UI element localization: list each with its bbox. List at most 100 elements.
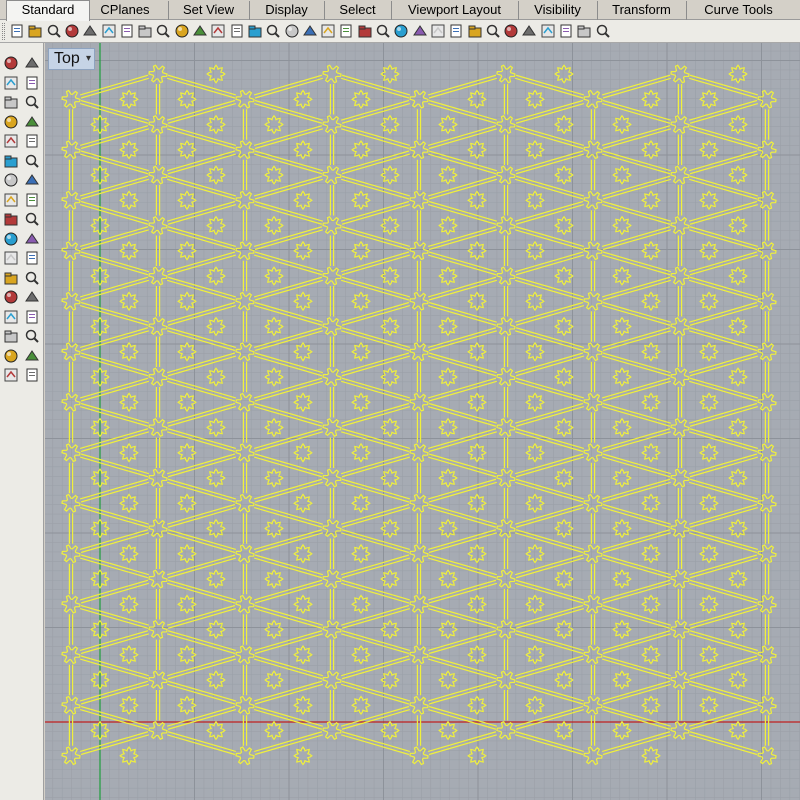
save-icon[interactable] bbox=[45, 22, 63, 40]
tile-edge[interactable] bbox=[155, 336, 161, 368]
viewport-canvas[interactable] bbox=[45, 43, 800, 800]
flower-hole[interactable] bbox=[641, 240, 661, 261]
connector-hub[interactable] bbox=[409, 695, 429, 715]
tile-edge[interactable] bbox=[166, 579, 237, 604]
trim-icon[interactable] bbox=[22, 229, 42, 249]
flower-hole[interactable] bbox=[467, 291, 487, 312]
flower-hole[interactable] bbox=[728, 670, 748, 690]
toolbar-grip[interactable] bbox=[2, 23, 5, 40]
flower-hole[interactable] bbox=[728, 165, 748, 185]
tile-edge[interactable] bbox=[590, 513, 596, 544]
flower-hole[interactable] bbox=[438, 569, 458, 589]
connector-hub[interactable] bbox=[757, 89, 777, 109]
connector-hub[interactable] bbox=[409, 544, 429, 564]
flower-hole[interactable] bbox=[351, 493, 371, 514]
flower-hole[interactable] bbox=[699, 644, 719, 665]
flower-hole[interactable] bbox=[699, 695, 719, 716]
flower-hole[interactable] bbox=[554, 316, 574, 337]
flower-hole[interactable] bbox=[206, 670, 226, 690]
flower-hole[interactable] bbox=[119, 139, 139, 160]
render-sphere-icon[interactable] bbox=[502, 22, 520, 40]
flower-hole[interactable] bbox=[554, 468, 574, 488]
flower-hole[interactable] bbox=[206, 417, 226, 438]
tile-edge[interactable] bbox=[427, 630, 498, 655]
connector-hub[interactable] bbox=[61, 695, 81, 715]
flower-hole[interactable] bbox=[264, 114, 284, 135]
connector-hub[interactable] bbox=[148, 670, 168, 690]
flower-hole[interactable] bbox=[119, 543, 139, 564]
flower-hole[interactable] bbox=[554, 367, 574, 387]
tile-edge[interactable] bbox=[677, 690, 683, 721]
connector-hub[interactable] bbox=[409, 392, 429, 412]
array-icon[interactable] bbox=[1, 326, 21, 346]
flower-hole[interactable] bbox=[728, 64, 748, 84]
connector-hub[interactable] bbox=[61, 493, 81, 513]
connector-hub[interactable] bbox=[148, 569, 168, 589]
connector-hub[interactable] bbox=[757, 342, 777, 362]
tile-edge[interactable] bbox=[764, 109, 770, 140]
connector-hub[interactable] bbox=[583, 443, 603, 463]
flower-hole[interactable] bbox=[206, 215, 226, 236]
tile-edge[interactable] bbox=[340, 554, 411, 579]
flower-hole[interactable] bbox=[467, 341, 487, 362]
flower-hole[interactable] bbox=[467, 594, 487, 615]
tab-visibility[interactable]: Visibility bbox=[518, 1, 596, 20]
zoom-window-icon[interactable] bbox=[246, 22, 264, 40]
tile-edge[interactable] bbox=[242, 462, 248, 494]
flower-hole[interactable] bbox=[206, 367, 226, 387]
tile-edge[interactable] bbox=[601, 175, 672, 200]
tile-edge[interactable] bbox=[166, 630, 237, 655]
tile-edge[interactable] bbox=[242, 361, 248, 393]
connector-hub[interactable] bbox=[322, 468, 342, 488]
copy-icon[interactable] bbox=[100, 22, 118, 40]
flower-hole[interactable] bbox=[264, 518, 284, 539]
flower-hole[interactable] bbox=[612, 165, 632, 185]
flower-hole[interactable] bbox=[554, 266, 574, 286]
tile-edge[interactable] bbox=[155, 690, 161, 721]
flower-hole[interactable] bbox=[699, 392, 719, 413]
flower-hole[interactable] bbox=[293, 644, 313, 665]
connector-hub[interactable] bbox=[61, 594, 81, 614]
boolean-icon[interactable] bbox=[1, 209, 21, 229]
tile-edge[interactable] bbox=[601, 478, 672, 503]
flower-hole[interactable] bbox=[641, 442, 661, 463]
tile-edge[interactable] bbox=[590, 210, 596, 241]
tile-edge[interactable] bbox=[166, 125, 237, 150]
tile-edge[interactable] bbox=[329, 134, 335, 166]
flower-hole[interactable] bbox=[119, 341, 139, 362]
flower-hole[interactable] bbox=[351, 139, 371, 160]
tile-edge[interactable] bbox=[503, 690, 509, 721]
flower-hole[interactable] bbox=[206, 266, 226, 286]
rebuild-icon[interactable] bbox=[1, 268, 21, 288]
connector-hub[interactable] bbox=[583, 493, 603, 513]
viewport-title-tab[interactable]: Top ▾ bbox=[48, 48, 95, 70]
surface-icon[interactable] bbox=[1, 170, 21, 190]
flower-hole[interactable] bbox=[699, 190, 719, 211]
triangular-pattern-curves[interactable] bbox=[61, 64, 777, 766]
connector-hub[interactable] bbox=[61, 190, 81, 210]
join-icon[interactable] bbox=[1, 229, 21, 249]
connector-hub[interactable] bbox=[409, 342, 429, 362]
connector-hub[interactable] bbox=[148, 620, 168, 639]
tab-set-view[interactable]: Set View bbox=[168, 1, 248, 20]
tile-edge[interactable] bbox=[427, 478, 498, 503]
tile-edge[interactable] bbox=[601, 200, 672, 225]
connector-hub[interactable] bbox=[757, 493, 777, 513]
connector-hub[interactable] bbox=[583, 746, 603, 766]
tile-edge[interactable] bbox=[155, 134, 161, 166]
tile-edge[interactable] bbox=[503, 134, 509, 166]
connector-hub[interactable] bbox=[409, 89, 429, 109]
tile-edge[interactable] bbox=[155, 589, 161, 620]
curve-icon[interactable] bbox=[22, 73, 42, 93]
flower-hole[interactable] bbox=[177, 139, 197, 160]
tile-edge[interactable] bbox=[340, 478, 411, 503]
tile-edge[interactable] bbox=[590, 462, 596, 494]
tile-edge[interactable] bbox=[427, 604, 498, 629]
flower-hole[interactable] bbox=[612, 670, 632, 690]
tile-edge[interactable] bbox=[503, 589, 509, 620]
tile-edge[interactable] bbox=[601, 226, 672, 251]
dimension-icon[interactable] bbox=[22, 287, 42, 307]
flower-hole[interactable] bbox=[351, 594, 371, 615]
flower-hole[interactable] bbox=[467, 89, 487, 110]
tile-edge[interactable] bbox=[242, 210, 248, 241]
